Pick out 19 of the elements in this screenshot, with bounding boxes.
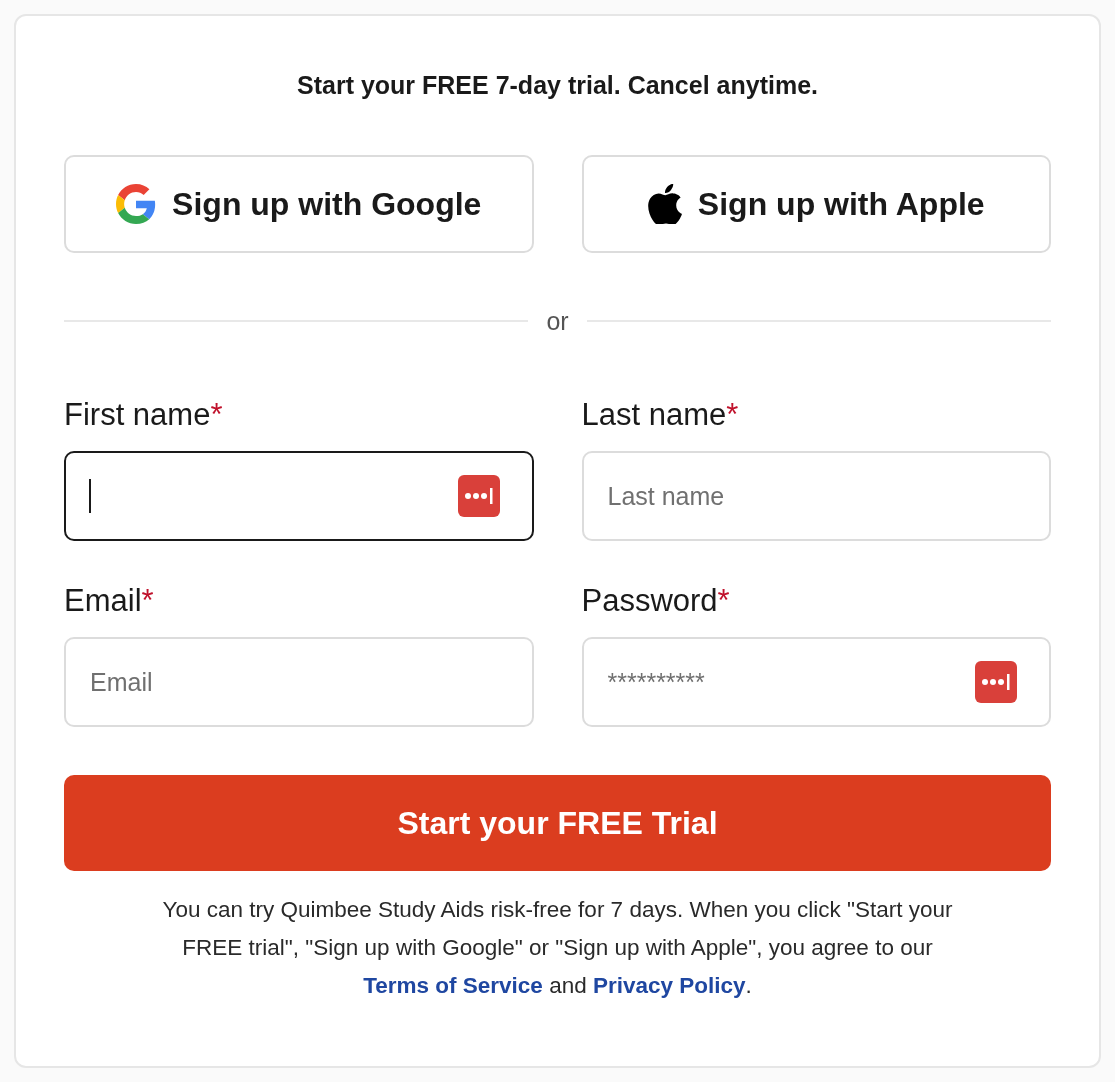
field-label: Password*: [581, 582, 730, 620]
heading: Start your FREE 7-day trial. Cancel anytime.: [297, 70, 818, 101]
text-field[interactable]: **********: [581, 637, 1051, 727]
legal-link[interactable]: Terms of Service: [363, 973, 543, 998]
password-dots-icon[interactable]: [457, 475, 500, 517]
google-signup-button[interactable]: Sign up with Google: [64, 155, 534, 253]
field-label: Email*: [64, 582, 154, 620]
submit-button[interactable]: Start your FREE Trial: [64, 775, 1051, 871]
legal-link[interactable]: Privacy Policy: [592, 973, 746, 998]
field-label: First name*: [64, 396, 223, 434]
legal-text: You can try Quimbee Study Aids risk-free for 7 days. When you click "Start your FREE trial", "Sign up with Google" or "Sign up with Apple", you agree to our Terms of Service and Privacy Policy.: [161, 896, 954, 1000]
google-icon: [116, 184, 157, 224]
apple-signup-button[interactable]: Sign up with Apple: [581, 155, 1051, 253]
apple-icon: [647, 184, 682, 224]
text-field[interactable]: [64, 451, 534, 541]
text-cursor: [89, 479, 91, 513]
password-dots-icon[interactable]: [975, 661, 1017, 703]
field-label: Last name*: [581, 396, 739, 434]
divider-label: or: [546, 306, 569, 337]
